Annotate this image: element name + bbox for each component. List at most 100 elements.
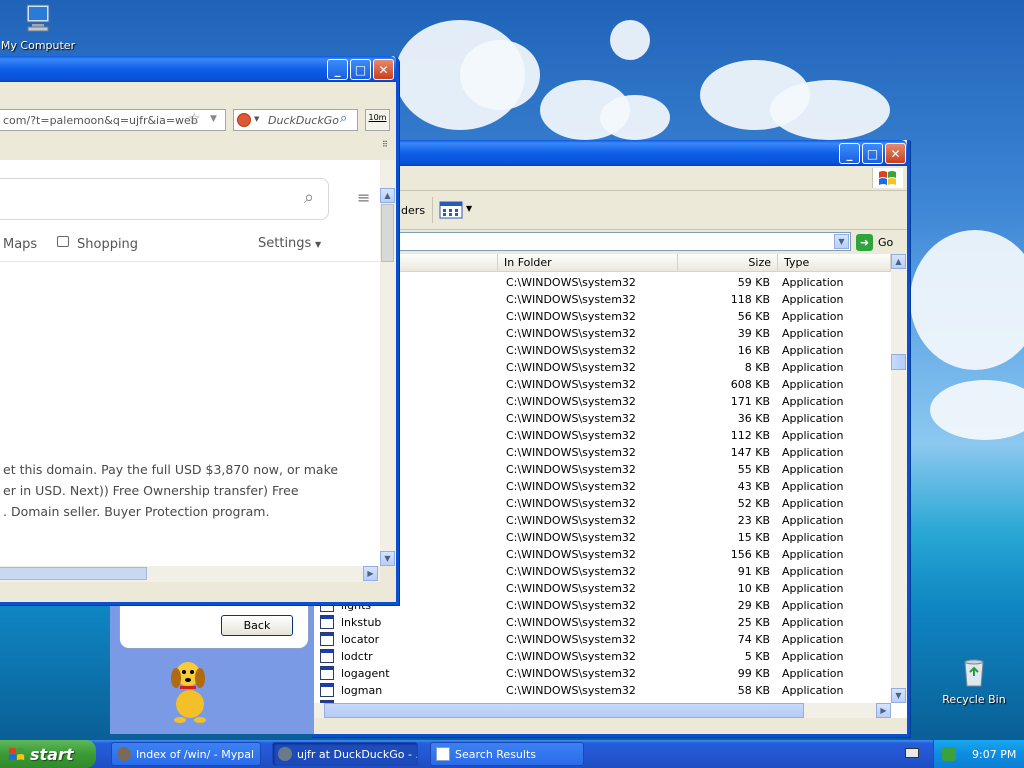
bookmark-star-icon[interactable]: ☆ — [188, 111, 201, 127]
close-button[interactable]: ✕ — [373, 59, 394, 80]
table-row[interactable]: C:\WINDOWS\system32 608 KB Application — [314, 376, 890, 393]
table-row[interactable]: C:\WINDOWS\system32 15 KB Application — [314, 529, 890, 546]
column-header-type[interactable]: Type — [778, 254, 891, 272]
taskbar-item-mypal[interactable]: Index of /win/ - Mypal — [111, 742, 261, 766]
explorer-menubar — [314, 166, 907, 191]
close-button[interactable]: ✕ — [885, 143, 906, 164]
column-header-in-folder[interactable]: In Folder — [498, 254, 678, 272]
table-row[interactable]: C:\WINDOWS\system32 56 KB Application — [314, 308, 890, 325]
maximize-button[interactable]: □ — [350, 59, 371, 80]
results-vertical-scrollbar[interactable]: ▲ ▼ — [891, 254, 907, 703]
keyboard-icon[interactable] — [905, 748, 919, 758]
go-arrow-icon: ➜ — [856, 233, 873, 251]
table-row[interactable]: C:\WINDOWS\system32 16 KB Application — [314, 342, 890, 359]
table-row[interactable]: C:\WINDOWS\system32 39 KB Application — [314, 325, 890, 342]
scroll-thumb[interactable] — [891, 354, 906, 370]
explorer-addressbar: ▼ ➜ Go — [314, 230, 907, 254]
search-bar[interactable]: ▼ DuckDuckGo ⌕ — [233, 109, 358, 131]
addon-badge-button[interactable]: 10m — [365, 109, 390, 131]
in-folder-cell: C:\WINDOWS\system32 — [506, 327, 636, 340]
scroll-right-button[interactable]: ▶ — [363, 566, 378, 581]
type-cell: Application — [782, 565, 844, 578]
table-row[interactable]: C:\WINDOWS\system32 118 KB Application — [314, 291, 890, 308]
table-row[interactable]: C:\WINDOWS\system32 10 KB Application — [314, 580, 890, 597]
address-dropdown-button[interactable]: ▼ — [834, 234, 849, 249]
back-button[interactable]: Back — [221, 615, 293, 636]
views-button[interactable]: ▼ — [439, 201, 473, 221]
taskbar-item-search-results[interactable]: Search Results — [430, 742, 584, 766]
table-row[interactable]: C:\WINDOWS\system32 52 KB Application — [314, 495, 890, 512]
maximize-button[interactable]: □ — [862, 143, 883, 164]
table-row[interactable]: C:\WINDOWS\system32 36 KB Application — [314, 410, 890, 427]
clock[interactable]: 9:07 PM — [972, 748, 1016, 761]
views-dropdown-icon: ▼ — [466, 204, 473, 213]
in-folder-cell: C:\WINDOWS\system32 — [506, 429, 636, 442]
table-row[interactable]: C:\WINDOWS\system32 55 KB Application — [314, 461, 890, 478]
table-row[interactable]: C:\WINDOWS\system32 112 KB Application — [314, 427, 890, 444]
taskbar-item-label: ujfr at DuckDuckGo - ... — [297, 747, 418, 761]
scroll-down-button[interactable]: ▼ — [380, 551, 395, 566]
go-label: Go — [878, 235, 894, 249]
browser-titlebar[interactable]: _ □ ✕ — [0, 56, 396, 82]
table-row[interactable]: locator C:\WINDOWS\system32 74 KB Applicati… — [314, 631, 890, 648]
application-file-icon — [320, 666, 334, 680]
taskbar-item-palemoon[interactable]: ujfr at DuckDuckGo - ... — [272, 742, 418, 766]
scroll-down-button[interactable]: ▼ — [891, 688, 906, 703]
table-row[interactable]: logagent C:\WINDOWS\system32 99 KB Applicat… — [314, 665, 890, 682]
table-row[interactable]: C:\WINDOWS\system32 8 KB Application — [314, 359, 890, 376]
table-row[interactable]: C:\WINDOWS\system32 59 KB Application — [314, 274, 890, 291]
duckduckgo-engine-icon[interactable] — [237, 113, 251, 127]
column-header-size[interactable]: Size — [678, 254, 778, 272]
h-scroll-thumb[interactable] — [0, 567, 147, 580]
go-button[interactable]: ➜ Go — [856, 233, 893, 251]
explorer-toolbar: lders ▼ — [314, 191, 907, 230]
nav-maps[interactable]: Maps — [3, 237, 37, 252]
table-row[interactable]: C:\WINDOWS\system32 23 KB Application — [314, 512, 890, 529]
search-go-icon[interactable]: ⌕ — [340, 111, 347, 126]
table-row[interactable]: lodctr C:\WINDOWS\system32 5 KB Application — [314, 648, 890, 665]
magnifier-icon[interactable]: ⌕ — [304, 187, 314, 208]
table-row[interactable]: logman C:\WINDOWS\system32 58 KB Applicatio… — [314, 682, 890, 699]
minimize-button[interactable]: _ — [327, 59, 348, 80]
table-row[interactable]: C:\WINDOWS\system32 171 KB Application — [314, 393, 890, 410]
browser-vertical-scrollbar[interactable]: ▲ ▼ — [380, 160, 396, 566]
h-scroll-thumb[interactable] — [324, 703, 804, 718]
scroll-thumb[interactable] — [381, 204, 394, 262]
folders-button[interactable]: lders — [398, 204, 425, 217]
toolbar-separator — [432, 197, 433, 223]
explorer-titlebar[interactable]: _ □ ✕ — [314, 140, 907, 166]
type-cell: Application — [782, 463, 844, 476]
application-file-icon — [320, 632, 334, 646]
in-folder-cell: C:\WINDOWS\system32 — [506, 650, 636, 663]
ddg-search-box[interactable]: ⌕ — [0, 178, 329, 220]
type-cell: Application — [782, 582, 844, 595]
my-computer-desktop-icon[interactable]: My Computer — [0, 2, 76, 52]
browser-horizontal-scrollbar[interactable]: ▶ — [0, 566, 380, 582]
url-bar[interactable]: com/?t=palemoon&q=ujfr&ia=web ☆ ▼ — [0, 109, 226, 131]
results-list: In Folder Size Type C:\WINDOWS\system32 5… — [314, 254, 907, 718]
size-cell: 74 KB — [737, 633, 770, 646]
table-row[interactable]: C:\WINDOWS\system32 156 KB Application — [314, 546, 890, 563]
url-dropdown-icon[interactable]: ▼ — [210, 114, 217, 124]
nav-settings[interactable]: Settings — [258, 236, 311, 251]
table-row[interactable]: lnkstub C:\WINDOWS\system32 25 KB Applicati… — [314, 614, 890, 631]
scroll-up-button[interactable]: ▲ — [891, 254, 906, 269]
size-cell: 55 KB — [737, 463, 770, 476]
table-row[interactable]: C:\WINDOWS\system32 147 KB Application — [314, 444, 890, 461]
scroll-right-button[interactable]: ▶ — [876, 703, 891, 718]
network-icon[interactable] — [942, 747, 956, 761]
results-horizontal-scrollbar[interactable]: ▶ — [314, 703, 891, 718]
size-cell: 29 KB — [737, 599, 770, 612]
start-button[interactable]: start — [0, 740, 96, 768]
table-row[interactable]: lights C:\WINDOWS\system32 29 KB Applicatio… — [314, 597, 890, 614]
table-row[interactable]: C:\WINDOWS\system32 43 KB Application — [314, 478, 890, 495]
table-row[interactable]: C:\WINDOWS\system32 91 KB Application — [314, 563, 890, 580]
scroll-up-button[interactable]: ▲ — [380, 188, 395, 203]
minimize-button[interactable]: _ — [839, 143, 860, 164]
in-folder-cell: C:\WINDOWS\system32 — [506, 310, 636, 323]
hamburger-menu-icon[interactable]: ≡ — [357, 188, 370, 207]
type-cell: Application — [782, 378, 844, 391]
recycle-bin-desktop-icon[interactable]: Recycle Bin — [936, 656, 1012, 706]
my-computer-label: My Computer — [0, 39, 76, 52]
nav-shopping[interactable]: Shopping — [77, 237, 138, 252]
